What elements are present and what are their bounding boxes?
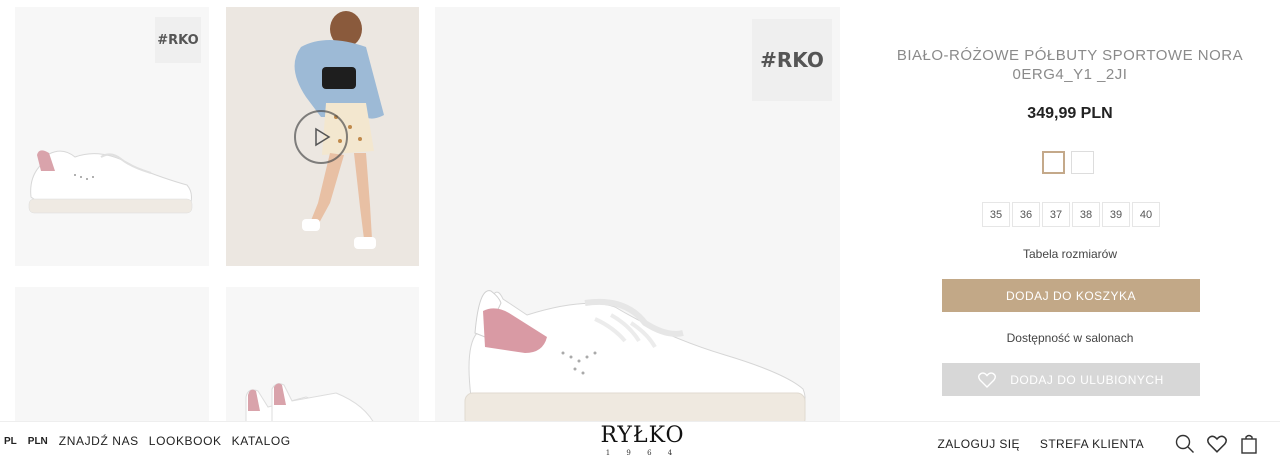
brand-logo[interactable]: RYŁKO 1 9 6 4 xyxy=(590,424,695,458)
customer-zone-link[interactable]: STREFA KLIENTA xyxy=(1040,437,1144,451)
product-info-panel: BIAŁO-RÓŻOWE PÓŁBUTY SPORTOWE NORA 0ERG4… xyxy=(860,0,1280,420)
sneaker-pair-image xyxy=(245,383,377,427)
nav-right: ZALOGUJ SIĘ STREFA KLIENTA xyxy=(938,433,1261,455)
color-swatch-selected[interactable] xyxy=(1042,151,1065,174)
thumbnail-4[interactable] xyxy=(226,287,419,427)
logo-text: RYŁKO xyxy=(600,423,685,448)
store-availability-link[interactable]: Dostępność w salonach xyxy=(860,331,1280,345)
size-option[interactable]: 36 xyxy=(1012,202,1040,227)
color-swatches xyxy=(1042,151,1094,174)
language-switch[interactable]: PL xyxy=(4,436,17,447)
size-table-link[interactable]: Tabela rozmiarów xyxy=(860,247,1280,261)
color-swatch[interactable] xyxy=(1071,151,1094,174)
find-us-link[interactable]: ZNAJDŹ NAS xyxy=(59,434,139,448)
lookbook-link[interactable]: LOOKBOOK xyxy=(149,434,222,448)
size-option[interactable]: 37 xyxy=(1042,202,1070,227)
search-icon[interactable] xyxy=(1174,433,1196,455)
catalog-link[interactable]: KATALOG xyxy=(232,434,291,448)
rko-badge-large: #RKO xyxy=(752,19,832,101)
heart-icon xyxy=(978,371,997,388)
nav-left: PL PLN ZNAJDŹ NAS LOOKBOOK KATALOG xyxy=(4,434,301,448)
size-option[interactable]: 40 xyxy=(1132,202,1160,227)
thumbnail-1[interactable]: #RKO xyxy=(15,7,209,266)
logo-year: 1 9 6 4 xyxy=(605,449,680,457)
main-product-image[interactable]: #RKO xyxy=(435,7,840,427)
thumbnail-video[interactable] xyxy=(226,7,419,266)
add-to-favorites-button[interactable]: DODAJ DO ULUBIONYCH xyxy=(942,363,1200,396)
play-video-button[interactable] xyxy=(294,110,348,164)
rko-badge: #RKO xyxy=(155,17,201,63)
add-to-cart-button[interactable]: DODAJ DO KOSZYKA xyxy=(942,279,1200,312)
add-to-favorites-label: DODAJ DO ULUBIONYCH xyxy=(1010,372,1164,387)
size-option[interactable]: 35 xyxy=(982,202,1010,227)
currency-switch[interactable]: PLN xyxy=(28,436,48,447)
heart-icon[interactable] xyxy=(1206,433,1228,455)
shopping-bag-icon[interactable] xyxy=(1238,433,1260,455)
product-price: 349,99 PLN xyxy=(1027,105,1113,122)
thumbnail-3[interactable] xyxy=(15,287,209,427)
size-option[interactable]: 38 xyxy=(1072,202,1100,227)
play-icon xyxy=(315,127,331,147)
size-selector: 35 36 37 38 39 40 xyxy=(982,202,1160,227)
product-title: BIAŁO-RÓŻOWE PÓŁBUTY SPORTOWE NORA 0ERG4… xyxy=(896,47,1244,83)
size-option[interactable]: 39 xyxy=(1102,202,1130,227)
bottom-nav-bar: PL PLN ZNAJDŹ NAS LOOKBOOK KATALOG RYŁKO… xyxy=(0,421,1280,472)
login-link[interactable]: ZALOGUJ SIĘ xyxy=(938,437,1020,451)
